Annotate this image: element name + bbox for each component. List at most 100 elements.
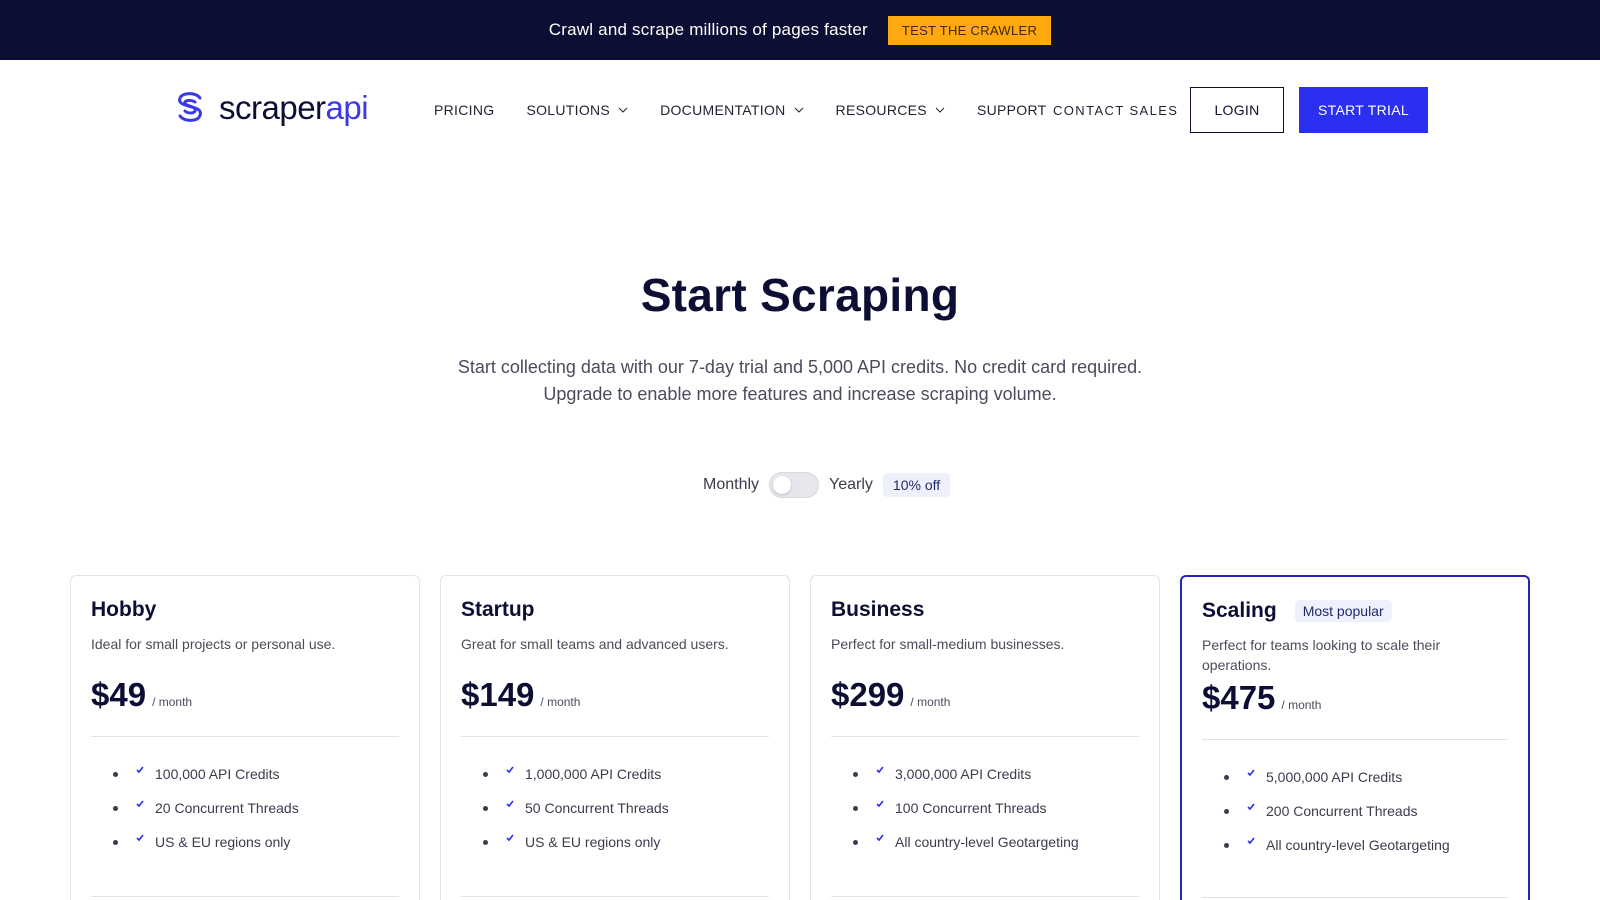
feature-item: All country-level Geotargeting [853,825,1139,859]
feature-list: 1,000,000 API Credits 50 Concurrent Thre… [461,757,769,859]
bullet-icon [1224,774,1229,780]
chevron-down-icon [794,107,803,113]
announcement-text: Crawl and scrape millions of pages faste… [548,20,868,39]
divider [91,736,399,737]
feature-text: All country-level Geotargeting [1266,837,1450,853]
plan-card-hobby: Hobby Ideal for small projects or person… [70,575,420,900]
plan-period: / month [1281,698,1322,712]
check-icon [1247,769,1255,777]
feature-text: 20 Concurrent Threads [155,800,299,816]
billing-toggle-group: Monthly Yearly 10% off [703,472,951,498]
plan-price: $149 [461,676,535,713]
contact-sales-link[interactable]: CONTACT SALES [1053,103,1178,118]
feature-item: 100 Concurrent Threads [853,791,1139,825]
page-title: Start Scraping [640,269,960,321]
feature-item: US & EU regions only [113,825,399,859]
feature-item: US & EU regions only [483,825,769,859]
test-crawler-button[interactable]: TEST THE CRAWLER [887,15,1052,45]
nav-item-resources[interactable]: RESOURCES [836,102,945,118]
check-icon [876,800,884,808]
feature-item: 1,000,000 API Credits [483,757,769,791]
nav-item-documentation[interactable]: DOCUMENTATION [660,102,803,118]
pricing-cards: Hobby Ideal for small projects or person… [70,575,1530,900]
announcement-bar: Crawl and scrape millions of pages faste… [0,0,1600,60]
logo-wordmark-part2: api [325,88,369,126]
feature-text: 5,000,000 API Credits [1266,769,1403,785]
check-icon [506,800,514,808]
nav-item-solutions[interactable]: SOLUTIONS [526,102,628,118]
feature-item: 50 Concurrent Threads [483,791,769,825]
feature-text: 100,000 API Credits [155,766,280,782]
bullet-icon [113,839,118,845]
switch-knob [773,476,792,494]
plan-description: Great for small teams and advanced users… [461,636,729,652]
feature-item: 20 Concurrent Threads [113,791,399,825]
yearly-label[interactable]: Yearly [829,476,873,494]
chevron-down-icon [935,107,945,113]
hero-subtitle-line1: Start collecting data with our 7-day tri… [457,357,1143,377]
plan-period: / month [540,695,581,709]
login-button[interactable]: LOGIN [1190,87,1284,133]
feature-item: 200 Concurrent Threads [1224,794,1508,828]
divider [831,736,1139,737]
plan-price: $49 [91,676,147,713]
feature-text: US & EU regions only [155,834,291,850]
start-trial-button[interactable]: START TRIAL [1299,87,1428,133]
plan-description: Perfect for small-medium businesses. [831,636,1065,652]
billing-period-switch[interactable] [769,472,820,498]
feature-item: 100,000 API Credits [113,757,399,791]
bullet-icon [853,839,858,845]
plan-description: Ideal for small projects or personal use… [91,636,336,652]
divider [1202,739,1508,740]
nav-item-pricing[interactable]: PRICING [434,102,494,118]
divider [461,736,769,737]
check-icon [876,766,884,774]
check-icon [1247,803,1255,811]
check-icon [136,766,144,774]
plan-period: / month [152,695,193,709]
divider [831,896,1139,897]
nav-item-label: SOLUTIONS [526,102,611,118]
bullet-icon [1224,808,1229,814]
feature-text: 100 Concurrent Threads [895,800,1047,816]
feature-item: All country-level Geotargeting [1224,828,1508,862]
plan-price: $299 [831,676,905,713]
plan-name: Startup [461,598,535,621]
check-icon [136,834,144,842]
feature-list: 3,000,000 API Credits 100 Concurrent Thr… [831,757,1139,859]
nav-item-support[interactable]: SUPPORT [977,102,1047,118]
divider [461,896,769,897]
feature-text: 200 Concurrent Threads [1266,803,1418,819]
main-nav: PRICING SOLUTIONS DOCUMENTATION RESOURCE… [434,102,1078,118]
site-header: scraperapi PRICING SOLUTIONS DOCUMENTATI… [0,60,1600,160]
hero-subtitle: Start collecting data with our 7-day tri… [0,354,1600,408]
nav-item-label: RESOURCES [835,102,927,118]
monthly-label[interactable]: Monthly [703,476,759,494]
check-icon [136,800,144,808]
plan-card-startup: Startup Great for small teams and advanc… [440,575,790,900]
check-icon [1247,837,1255,845]
logo[interactable]: scraperapi [173,88,369,126]
bullet-icon [113,771,118,777]
feature-text: 50 Concurrent Threads [525,800,669,816]
check-icon [876,834,884,842]
check-icon [506,766,514,774]
bullet-icon [483,805,488,811]
discount-badge: 10% off [882,473,951,497]
plan-period: / month [910,695,951,709]
most-popular-badge: Most popular [1294,600,1392,622]
scraperapi-logo-icon [178,92,202,122]
logo-wordmark-part1: scraper [219,88,326,126]
feature-text: 3,000,000 API Credits [895,766,1032,782]
bullet-icon [853,771,858,777]
chevron-down-icon [618,107,628,113]
bullet-icon [1224,842,1229,848]
bullet-icon [483,839,488,845]
plan-price: $475 [1202,679,1276,716]
plan-name: Scaling [1202,599,1277,622]
divider [91,896,399,897]
nav-item-label: SUPPORT [976,102,1047,118]
bullet-icon [483,771,488,777]
feature-list: 5,000,000 API Credits 200 Concurrent Thr… [1202,760,1508,862]
plan-card-scaling: Scaling Most popular Perfect for teams l… [1180,575,1530,900]
